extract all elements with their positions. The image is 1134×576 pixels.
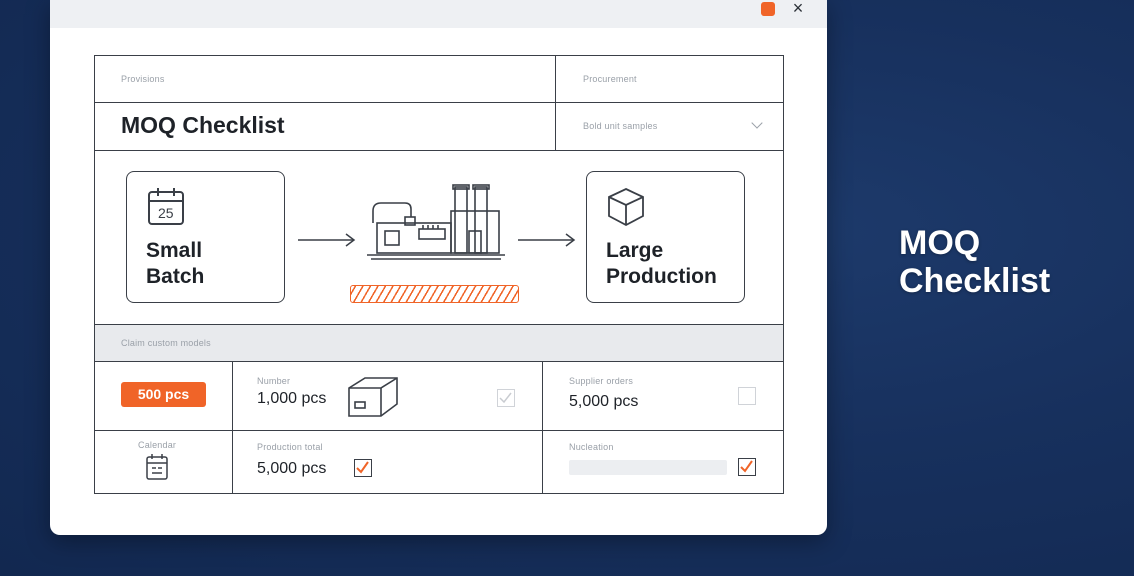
orange-status-square[interactable] (761, 2, 775, 16)
calendar-icon (146, 454, 168, 480)
unit-dropdown[interactable]: Bold unit samples (556, 103, 783, 150)
box-package-icon (608, 188, 644, 227)
side-heading-line2: Checklist (899, 262, 1051, 300)
large-production-line2: Production (606, 265, 717, 288)
box-package-icon (348, 377, 398, 417)
supplier-caption: Supplier orders (569, 376, 634, 386)
left-caption: Provisions (121, 74, 165, 84)
small-batch-line2: Batch (146, 265, 205, 288)
progress-hatched-bar (350, 285, 519, 303)
moq-500-button[interactable]: 500 pcs (121, 382, 206, 407)
small-batch-card: 25 Small Batch (126, 171, 285, 303)
app-window: × Provisions Procurement MOQ Checklist B… (50, 0, 827, 535)
right-caption: Procurement (583, 74, 637, 84)
notes-caption: Nucleation (569, 442, 614, 452)
number-value: 1,000 pcs (257, 390, 327, 407)
factory-icon (367, 184, 505, 260)
arrow-right-icon (298, 233, 356, 247)
supplier-checkbox[interactable] (738, 387, 756, 405)
page-title: MOQ Checklist (121, 112, 285, 138)
close-icon[interactable]: × (788, 0, 808, 18)
grid-divider (232, 362, 233, 494)
side-heading: MOQ Checklist (899, 224, 1050, 300)
total-checkbox[interactable] (354, 459, 372, 477)
side-heading-line1: MOQ (899, 224, 981, 262)
grid-divider (95, 430, 783, 431)
header-caption-row: Provisions Procurement (95, 56, 783, 103)
large-production-label: Large Production (606, 238, 717, 290)
section-label: Claim custom models (121, 338, 211, 348)
header-divider (555, 56, 556, 151)
section-header: Claim custom models (95, 325, 783, 362)
chevron-down-icon (751, 117, 763, 129)
notes-checkbox[interactable] (738, 458, 756, 476)
large-production-card: Large Production (586, 171, 745, 303)
arrow-right-icon (518, 233, 576, 247)
title-row: MOQ Checklist Bold unit samples (95, 103, 783, 151)
number-checkbox[interactable] (497, 389, 515, 407)
dropdown-placeholder: Bold unit samples (583, 121, 658, 131)
supplier-value: 5,000 pcs (569, 393, 639, 410)
notes-input[interactable] (569, 460, 727, 475)
number-caption: Number (257, 376, 291, 386)
small-batch-label: Small Batch (146, 238, 204, 290)
calendar-date: 25 (158, 205, 174, 221)
production-flow: 25 Small Batch Large Production (95, 151, 783, 325)
large-production-line1: Large (606, 239, 664, 262)
checklist-card: Provisions Procurement MOQ Checklist Bol… (94, 55, 784, 494)
calendar-caption: Calendar (138, 440, 177, 450)
total-value: 5,000 pcs (257, 460, 327, 477)
grid-divider (542, 362, 543, 494)
small-batch-line1: Small (146, 239, 203, 262)
total-caption: Production total (257, 442, 323, 452)
moq-grid: 500 pcs Number 1,000 pcs Supplier orders… (95, 362, 783, 494)
title-bar: × (50, 0, 827, 28)
